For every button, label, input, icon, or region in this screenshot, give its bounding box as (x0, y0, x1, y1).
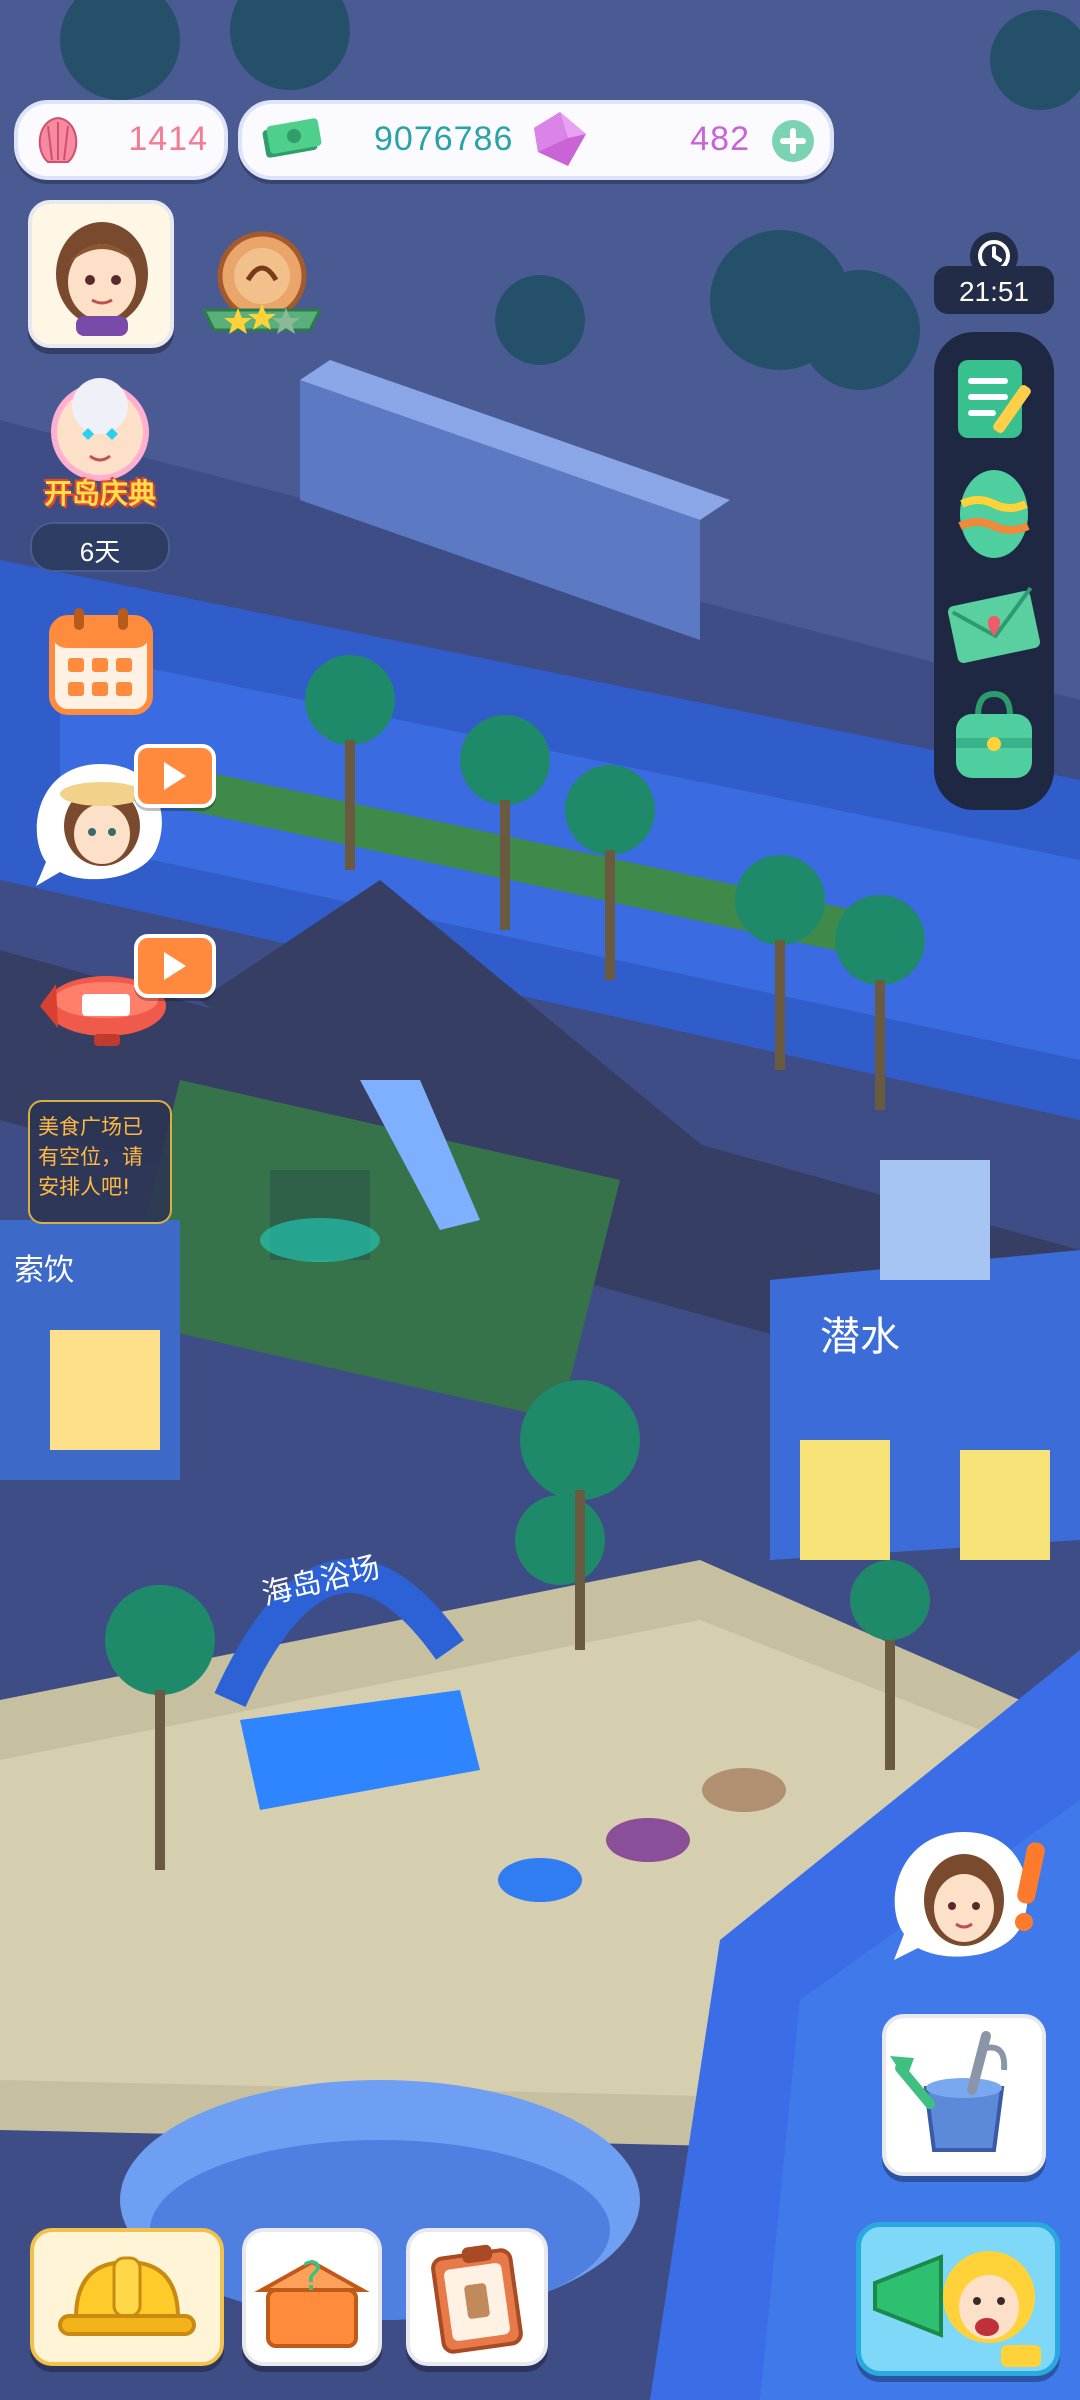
shell-icon (28, 110, 88, 170)
video-ad-icon (134, 934, 216, 998)
envelope-icon (948, 586, 1040, 663)
player-avatar-button[interactable] (28, 200, 174, 348)
daily-calendar-button[interactable] (46, 604, 156, 718)
mail-button[interactable] (944, 582, 1044, 670)
notepad-icon (958, 360, 1031, 438)
diving-sign: 潜水 (820, 1314, 900, 1360)
food-court-notice[interactable]: 美食广场已有空位，请安排人吧! (28, 1100, 172, 1224)
rank-badge[interactable] (196, 226, 328, 344)
cash-gem-bar: 9076786 482 (238, 100, 834, 180)
bag-button[interactable] (948, 688, 1040, 784)
megaphone-icon (873, 2251, 1041, 2367)
shell-counter[interactable]: 1414 (14, 100, 228, 180)
plus-icon (772, 120, 814, 162)
tasks-button[interactable] (948, 352, 1040, 444)
island-celebration-event[interactable]: 开岛庆典 6天 (30, 376, 170, 572)
video-reward-girl-button[interactable] (26, 744, 216, 894)
mystery-box-icon: ? (254, 2254, 370, 2348)
character-alert-button[interactable] (888, 1824, 1060, 1974)
watering-can-button[interactable] (882, 2014, 1046, 2176)
right-menu-panel (934, 332, 1054, 810)
watering-can-icon (890, 2031, 1008, 2152)
clipboard-icon (431, 2244, 523, 2354)
cash-icon (260, 116, 322, 162)
event-name: 开岛庆典 (43, 477, 156, 510)
calendar-icon (49, 608, 153, 715)
easter-egg-icon (958, 470, 1030, 558)
gem-count: 482 (690, 120, 750, 158)
event-days-left: 6天 (79, 537, 121, 567)
cash-count: 9076786 (374, 120, 514, 158)
shell-count: 1414 (128, 120, 208, 158)
hardhat-icon (58, 2256, 196, 2336)
notice-text: 美食广场已有空位，请安排人吧! (38, 1115, 143, 1199)
avatar (56, 222, 148, 336)
svg-text:?: ? (301, 2254, 322, 2300)
game-clock: 21:51 (934, 232, 1054, 322)
add-gems-button[interactable] (770, 118, 816, 164)
bag-icon (956, 690, 1032, 778)
video-ad-icon (134, 744, 216, 808)
promotion-megaphone-button[interactable] (856, 2222, 1060, 2376)
event-timer-badge: 6天 (30, 522, 170, 572)
character-bubble-avatar (894, 1832, 1045, 1960)
build-button[interactable] (30, 2228, 224, 2366)
shop-sign: 索饮 (14, 1253, 74, 1288)
video-reward-blimp-button[interactable] (34, 934, 216, 1064)
mystery-box-button[interactable]: ? (242, 2228, 382, 2366)
clock-time: 21:51 (958, 276, 1030, 307)
easter-egg-button[interactable] (948, 462, 1040, 562)
orders-button[interactable] (406, 2228, 548, 2366)
gem-icon (528, 108, 592, 172)
